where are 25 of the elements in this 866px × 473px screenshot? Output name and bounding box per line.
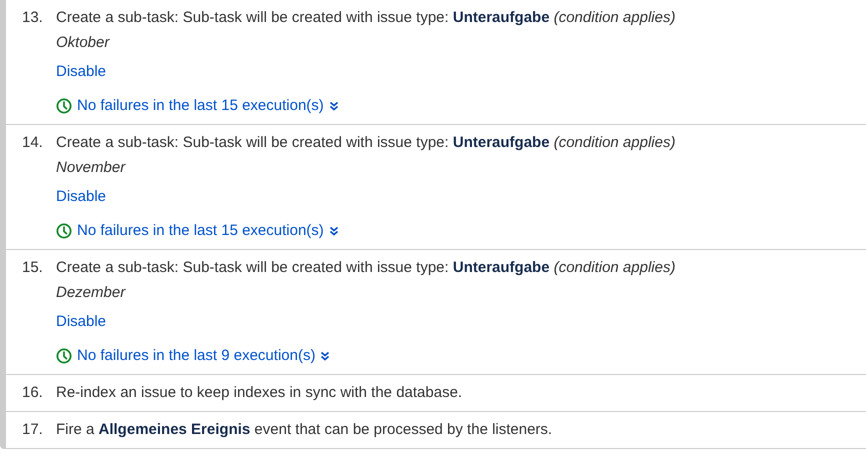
item-number: 17.: [22, 420, 44, 440]
rule-description: Create a sub-task: Sub-task will be created with issue type: Unteraufgabe (condition applies): [56, 8, 676, 28]
double-chevron-icon[interactable]: [328, 101, 339, 111]
disable-link[interactable]: Disable: [56, 313, 106, 330]
rule-description: Re-index an issue to keep indexes in sync with the database.: [56, 383, 462, 403]
rule-description: Fire a Allgemeines Ereignis event that can be processed by the listeners.: [56, 420, 552, 440]
rule-detail: November: [56, 158, 127, 178]
double-chevron-icon[interactable]: [328, 226, 339, 236]
double-chevron-icon[interactable]: [320, 351, 330, 361]
item-number: 16.: [22, 383, 44, 403]
execution-status-link[interactable]: No failures in the last 15 execution(s): [77, 221, 324, 241]
rule-detail: Oktober: [56, 33, 111, 53]
disable-link[interactable]: Disable: [56, 188, 106, 205]
execution-status-link[interactable]: No failures in the last 9 execution(s): [77, 346, 316, 366]
rule-detail: Dezember: [56, 283, 127, 303]
clock-icon: [56, 223, 72, 239]
clock-icon: [56, 98, 72, 114]
rule-description: Create a sub-task: Sub-task will be created with issue type: Unteraufgabe (condition applies): [56, 258, 676, 278]
item-number: 13.: [22, 8, 44, 28]
item-number: 14.: [22, 133, 44, 153]
item-number: 15.: [22, 258, 44, 278]
execution-status-link[interactable]: No failures in the last 15 execution(s): [77, 96, 324, 116]
disable-link[interactable]: Disable: [56, 63, 106, 80]
rule-description: Create a sub-task: Sub-task will be created with issue type: Unteraufgabe (condition applies): [56, 133, 676, 153]
clock-icon: [56, 348, 72, 364]
